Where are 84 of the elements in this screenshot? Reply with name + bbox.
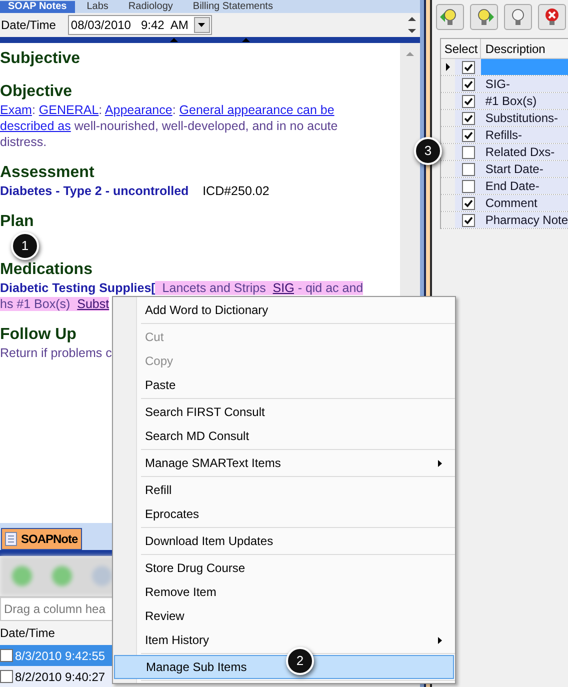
previous-button[interactable] bbox=[436, 4, 464, 30]
menu-item[interactable]: Review bbox=[113, 604, 455, 628]
checkbox[interactable] bbox=[462, 196, 475, 210]
checkbox[interactable] bbox=[462, 94, 475, 108]
section-heading: Subjective bbox=[0, 48, 80, 69]
description-cell[interactable]: End Date- bbox=[481, 178, 568, 194]
row-header-cell[interactable] bbox=[441, 127, 456, 143]
menu-item[interactable]: Download Item Updates bbox=[113, 529, 455, 553]
date-time-field[interactable]: 08/03/2010 9:42 AM bbox=[68, 14, 212, 35]
row-header-cell[interactable] bbox=[441, 178, 456, 194]
menu-item[interactable]: Manage SMARText Items bbox=[113, 451, 455, 475]
checkbox[interactable] bbox=[462, 146, 475, 158]
section-heading: Medications bbox=[0, 260, 92, 280]
menu-item[interactable]: Add Word to Dictionary bbox=[113, 298, 455, 322]
tab[interactable]: Radiology bbox=[120, 0, 181, 13]
description-cell[interactable]: SIG- bbox=[481, 76, 568, 92]
tab[interactable]: Labs bbox=[78, 0, 116, 13]
menu-item[interactable]: Search MD Consult bbox=[113, 424, 455, 448]
checkbox[interactable] bbox=[462, 112, 475, 124]
menu-item[interactable]: Search FIRST Consult bbox=[113, 400, 455, 424]
section-heading: Objective bbox=[0, 82, 72, 102]
tab[interactable]: Billing Statements bbox=[184, 0, 281, 13]
note-text: Diabetic Testing Supplies[ Lancets and Strips SIG - qid ac and bbox=[0, 280, 364, 296]
checkbox[interactable] bbox=[0, 670, 13, 684]
column-header[interactable]: Select bbox=[441, 39, 482, 58]
row-header-cell[interactable] bbox=[441, 195, 456, 211]
current-row-icon bbox=[446, 63, 450, 71]
history-row[interactable]: 8/2/2010 9:40:27 bbox=[0, 666, 112, 687]
description-cell[interactable]: Comment bbox=[481, 195, 568, 211]
note-link[interactable]: General appearance can be bbox=[179, 102, 334, 117]
row-header-cell[interactable] bbox=[441, 110, 456, 126]
splitter-bar[interactable] bbox=[0, 36, 420, 43]
section-heading: Plan bbox=[0, 212, 34, 232]
description-cell[interactable]: Related Dxs- bbox=[481, 144, 568, 160]
tab[interactable]: SOAP Notes bbox=[0, 0, 75, 13]
description-cell[interactable]: #1 Box(s) bbox=[481, 93, 568, 109]
checkbox[interactable] bbox=[0, 649, 13, 662]
note-text: distress. bbox=[0, 134, 47, 150]
checkbox[interactable] bbox=[462, 60, 475, 74]
dropdown-icon[interactable] bbox=[194, 16, 210, 33]
soap-note-tab[interactable]: SOAPNote bbox=[1, 528, 82, 550]
note-text: described as well-nourished, well-developed, and in no acute bbox=[0, 118, 338, 134]
description-cell[interactable]: Pharmacy Note bbox=[481, 212, 568, 228]
column-header[interactable]: Description bbox=[481, 39, 568, 58]
row-header-cell[interactable] bbox=[441, 144, 456, 160]
note-text: hs #1 Box(s) Subst bbox=[0, 296, 110, 312]
section-heading: Follow Up bbox=[0, 324, 76, 345]
group-by-field[interactable]: Drag a column hea bbox=[1, 598, 113, 620]
menu-item[interactable]: Paste bbox=[113, 373, 455, 397]
menu-item[interactable]: Store Drug Course bbox=[113, 556, 455, 580]
note-link[interactable]: Appearance bbox=[104, 102, 172, 117]
menu-item[interactable]: Refill bbox=[113, 478, 455, 502]
row-header-cell[interactable] bbox=[441, 161, 456, 177]
description-cell[interactable]: Start Date- bbox=[481, 161, 568, 177]
column-header[interactable]: Date/Time bbox=[0, 624, 55, 642]
section-heading: Assessment bbox=[0, 162, 94, 183]
note-link[interactable]: Subst bbox=[77, 296, 110, 311]
document-icon bbox=[5, 532, 17, 546]
next-button[interactable] bbox=[470, 4, 498, 30]
note-link[interactable]: Exam bbox=[0, 102, 32, 117]
note-text: Exam: GENERAL: Appearance: General appearance can be bbox=[0, 102, 334, 118]
row-header-cell[interactable] bbox=[441, 93, 456, 109]
scroll-arrows-icon[interactable] bbox=[408, 16, 416, 34]
row-header-cell[interactable] bbox=[441, 212, 456, 228]
menu-item[interactable]: Remove Item bbox=[113, 580, 455, 604]
row-header-cell[interactable] bbox=[441, 59, 456, 75]
description-cell[interactable] bbox=[481, 59, 568, 75]
checkbox[interactable] bbox=[462, 162, 475, 176]
note-text: Diabetes - Type 2 - uncontrolled ICD#250.02 bbox=[0, 182, 270, 199]
field-label: Date/Time bbox=[1, 16, 56, 34]
note-text: Return if problems c bbox=[0, 344, 112, 361]
note-link[interactable]: SIG bbox=[272, 280, 294, 295]
menu-item[interactable]: Eprocates bbox=[113, 502, 455, 526]
note-link[interactable]: GENERAL bbox=[38, 102, 99, 117]
delete-button[interactable] bbox=[538, 4, 566, 30]
checkbox[interactable] bbox=[462, 180, 475, 192]
row-header-cell[interactable] bbox=[441, 76, 456, 92]
description-cell[interactable]: Substitutions- bbox=[481, 110, 568, 126]
checkbox[interactable] bbox=[462, 78, 475, 90]
note-link[interactable]: described as bbox=[0, 118, 71, 133]
description-cell[interactable]: Refills- bbox=[481, 127, 568, 143]
checkbox[interactable] bbox=[462, 214, 475, 226]
checkbox[interactable] bbox=[462, 128, 475, 142]
bulb-button[interactable] bbox=[504, 4, 532, 30]
